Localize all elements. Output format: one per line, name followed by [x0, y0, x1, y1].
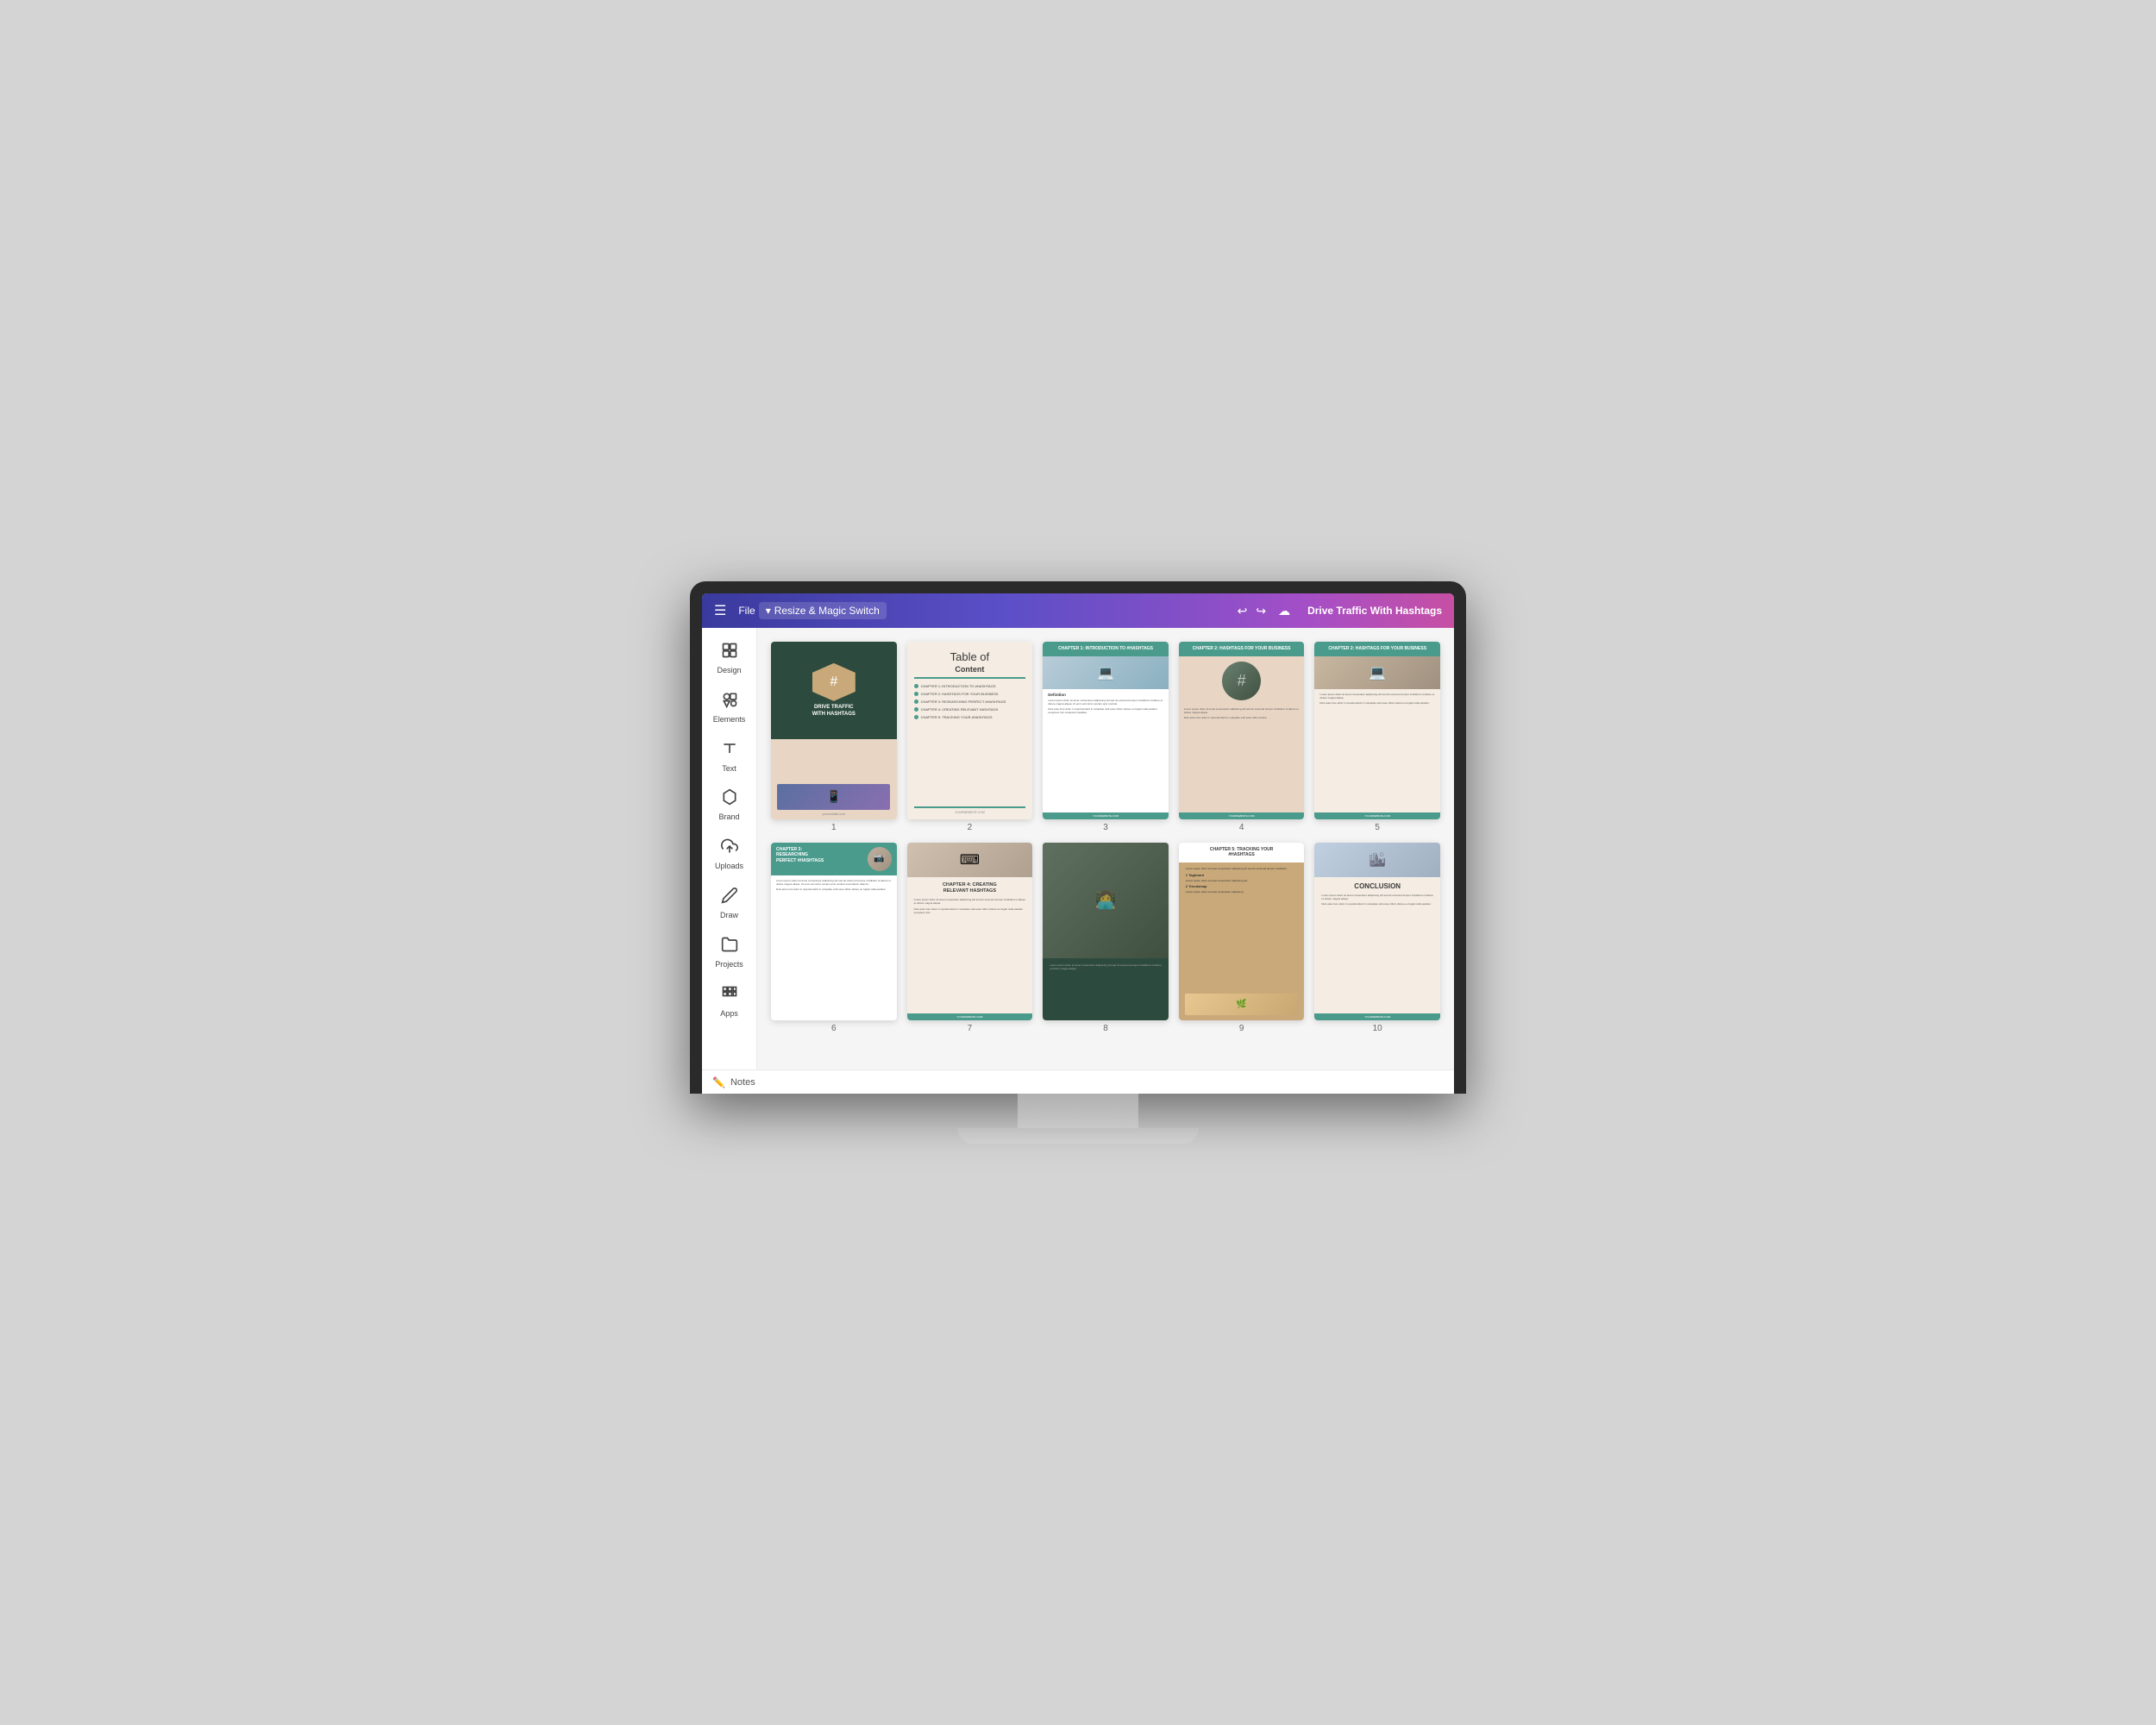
notes-icon: ✏️	[712, 1076, 725, 1088]
notes-label[interactable]: Notes	[730, 1077, 755, 1088]
page-card-1[interactable]: # Drive TrafficWith Hashtags 📱 yourwebsi…	[771, 642, 897, 819]
page-card-9[interactable]: CHAPTER 5: TRACKING YOUR#HASHTAGS Lorem …	[1179, 843, 1305, 1020]
page-number-2: 2	[968, 823, 973, 832]
file-button[interactable]: File	[738, 605, 755, 617]
monitor-stand-base	[957, 1128, 1199, 1144]
resize-magic-switch-button[interactable]: ▾ Resize & Magic Switch	[759, 602, 887, 619]
brand-icon	[721, 788, 738, 810]
page-card-3[interactable]: CHAPTER 1: INTRODUCTION TO #HASHTAGS 💻 D…	[1043, 642, 1169, 819]
page-card-4[interactable]: CHAPTER 2: HASHTAGS FOR YOUR BUSINESS #	[1179, 642, 1305, 819]
page-item-3: CHAPTER 1: INTRODUCTION TO #HASHTAGS 💻 D…	[1043, 642, 1169, 832]
sidebar-item-apps[interactable]: Apps	[705, 978, 754, 1026]
page-card-5[interactable]: CHAPTER 2: HASHTAGS FOR YOUR BUSINESS 💻 …	[1314, 642, 1440, 819]
sidebar: Design Elements	[702, 628, 757, 1070]
page-item-10: 🏙 CONCLUSION Lorem ipsum dolor sit amet …	[1314, 843, 1440, 1033]
elements-icon	[721, 691, 738, 712]
sidebar-label-apps: Apps	[720, 1009, 738, 1019]
sidebar-item-text[interactable]: Text	[705, 733, 754, 781]
page-card-2[interactable]: Table of Content CHAPTER 1: INTRODUCTION…	[907, 642, 1033, 819]
draw-icon	[721, 887, 738, 908]
sidebar-label-brand: Brand	[718, 812, 739, 822]
monitor-screen: ☰ File ▾ Resize & Magic Switch ↩ ↪ ☁ Dri…	[702, 593, 1454, 1094]
page-number-4: 4	[1239, 823, 1244, 832]
apps-icon	[721, 985, 738, 1007]
page-item-6: CHAPTER 3:RESEARCHINGPERFECT #HASHTAGS 📷…	[771, 843, 897, 1033]
page-card-8[interactable]: 👩‍💻 Lorem ipsum dolor sit amet consectet…	[1043, 843, 1169, 1020]
page-item-8: 👩‍💻 Lorem ipsum dolor sit amet consectet…	[1043, 843, 1169, 1033]
sidebar-item-brand[interactable]: Brand	[705, 781, 754, 829]
monitor-bezel: ☰ File ▾ Resize & Magic Switch ↩ ↪ ☁ Dri…	[690, 581, 1466, 1094]
page-card-7[interactable]: ⌨ CHAPTER 4: CREATINGRELEVANT HASHTAGS L…	[907, 843, 1033, 1020]
page-item-5: CHAPTER 2: HASHTAGS FOR YOUR BUSINESS 💻 …	[1314, 642, 1440, 832]
page-item-2: Table of Content CHAPTER 1: INTRODUCTION…	[907, 642, 1033, 832]
monitor-stand-neck	[1018, 1094, 1138, 1128]
sidebar-label-draw: Draw	[720, 911, 738, 920]
sidebar-label-projects: Projects	[715, 960, 743, 969]
page-number-8: 8	[1103, 1024, 1108, 1033]
pages-grid: # Drive TrafficWith Hashtags 📱 yourwebsi…	[771, 642, 1440, 1033]
uploads-icon	[721, 837, 738, 859]
page-number-1: 1	[831, 823, 837, 832]
notes-bar: ✏️ Notes	[702, 1070, 1454, 1094]
page-item-7: ⌨ CHAPTER 4: CREATINGRELEVANT HASHTAGS L…	[907, 843, 1033, 1033]
sidebar-label-elements: Elements	[713, 715, 746, 724]
cloud-save-icon[interactable]: ☁	[1278, 604, 1290, 618]
dropdown-icon: ▾	[766, 605, 771, 617]
sidebar-item-design[interactable]: Design	[705, 635, 754, 682]
undo-button[interactable]: ↩	[1238, 604, 1248, 618]
redo-button[interactable]: ↪	[1256, 604, 1266, 618]
sidebar-label-uploads: Uploads	[715, 862, 743, 871]
page-card-6[interactable]: CHAPTER 3:RESEARCHINGPERFECT #HASHTAGS 📷…	[771, 843, 897, 1020]
sidebar-item-elements[interactable]: Elements	[705, 684, 754, 731]
monitor-wrapper: ☰ File ▾ Resize & Magic Switch ↩ ↪ ☁ Dri…	[690, 581, 1466, 1144]
app-container: Design Elements	[702, 628, 1454, 1070]
page-number-10: 10	[1373, 1024, 1382, 1033]
menu-icon[interactable]: ☰	[714, 602, 726, 619]
document-title: Drive Traffic With Hashtags	[1307, 605, 1442, 617]
main-canvas-area[interactable]: # Drive TrafficWith Hashtags 📱 yourwebsi…	[757, 628, 1454, 1070]
page-number-5: 5	[1375, 823, 1380, 832]
page-item-1: # Drive TrafficWith Hashtags 📱 yourwebsi…	[771, 642, 897, 832]
sidebar-item-draw[interactable]: Draw	[705, 880, 754, 927]
page-card-10[interactable]: 🏙 CONCLUSION Lorem ipsum dolor sit amet …	[1314, 843, 1440, 1020]
resize-label: Resize & Magic Switch	[774, 605, 880, 617]
page-number-7: 7	[968, 1024, 973, 1033]
sidebar-label-text: Text	[722, 764, 736, 774]
page-item-4: CHAPTER 2: HASHTAGS FOR YOUR BUSINESS #	[1179, 642, 1305, 832]
page-item-9: CHAPTER 5: TRACKING YOUR#HASHTAGS Lorem …	[1179, 843, 1305, 1033]
sidebar-item-uploads[interactable]: Uploads	[705, 831, 754, 878]
top-bar: ☰ File ▾ Resize & Magic Switch ↩ ↪ ☁ Dri…	[702, 593, 1454, 628]
text-icon	[721, 740, 738, 762]
page-number-9: 9	[1239, 1024, 1244, 1033]
projects-icon	[721, 936, 738, 957]
sidebar-item-projects[interactable]: Projects	[705, 929, 754, 976]
page-number-6: 6	[831, 1024, 837, 1033]
sidebar-label-design: Design	[717, 666, 741, 675]
page-number-3: 3	[1103, 823, 1108, 832]
undo-redo-group: ↩ ↪	[1238, 604, 1266, 618]
design-icon	[721, 642, 738, 663]
